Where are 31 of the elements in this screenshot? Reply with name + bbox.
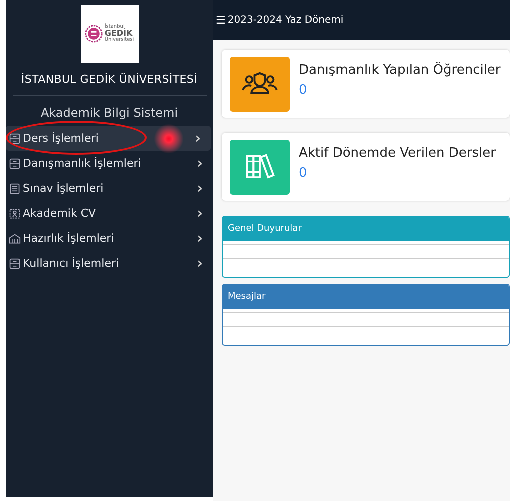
sidebar-item[interactable]: Hazırlık İşlemleri › (6, 226, 213, 251)
card-title: Aktif Dönemde Verilen Dersler (299, 146, 496, 161)
chevron-icon: › (197, 230, 203, 246)
panel-header: Genel Duyurular (223, 217, 509, 241)
person-icon (9, 208, 21, 220)
term-label: 2023-2024 Yaz Dönemi (228, 14, 344, 26)
chevron-icon: › (197, 206, 203, 222)
panel-header: Mesajlar (223, 285, 509, 309)
chevron-icon: › (197, 256, 203, 272)
card-count[interactable]: 0 (299, 83, 501, 98)
system-title: Akademik Bilgi Sistemi (40, 106, 178, 120)
list-icon (9, 182, 21, 194)
sidebar-item[interactable]: Kullanıcı İşlemleri › (6, 251, 213, 276)
click-marker (154, 124, 184, 154)
sidebar-item[interactable]: Danışmanlık İşlemleri › (6, 151, 213, 176)
chevron-icon: › (197, 156, 203, 172)
sidebar-item[interactable]: Akademik CV › (6, 201, 213, 226)
form-icon (9, 132, 21, 144)
university-name: İSTANBUL GEDİK ÜNİVERSİTESİ (21, 73, 198, 86)
card-count[interactable]: 0 (299, 166, 496, 181)
card-title: Danışmanlık Yapılan Öğrenciler (299, 63, 501, 78)
building-icon (9, 232, 21, 244)
menu-icon[interactable]: ☰ (216, 14, 226, 26)
logo-emblem-icon (84, 25, 103, 43)
chevron-icon: › (197, 180, 203, 196)
sidebar-item[interactable]: Sınav İşlemleri › (6, 176, 213, 201)
chevron-icon: › (195, 130, 201, 146)
form-icon (9, 158, 21, 170)
logo-wordmark: GEDİK (104, 30, 133, 38)
form-icon (9, 258, 21, 270)
sidebar-item[interactable]: Ders İşlemleri › (6, 126, 211, 151)
